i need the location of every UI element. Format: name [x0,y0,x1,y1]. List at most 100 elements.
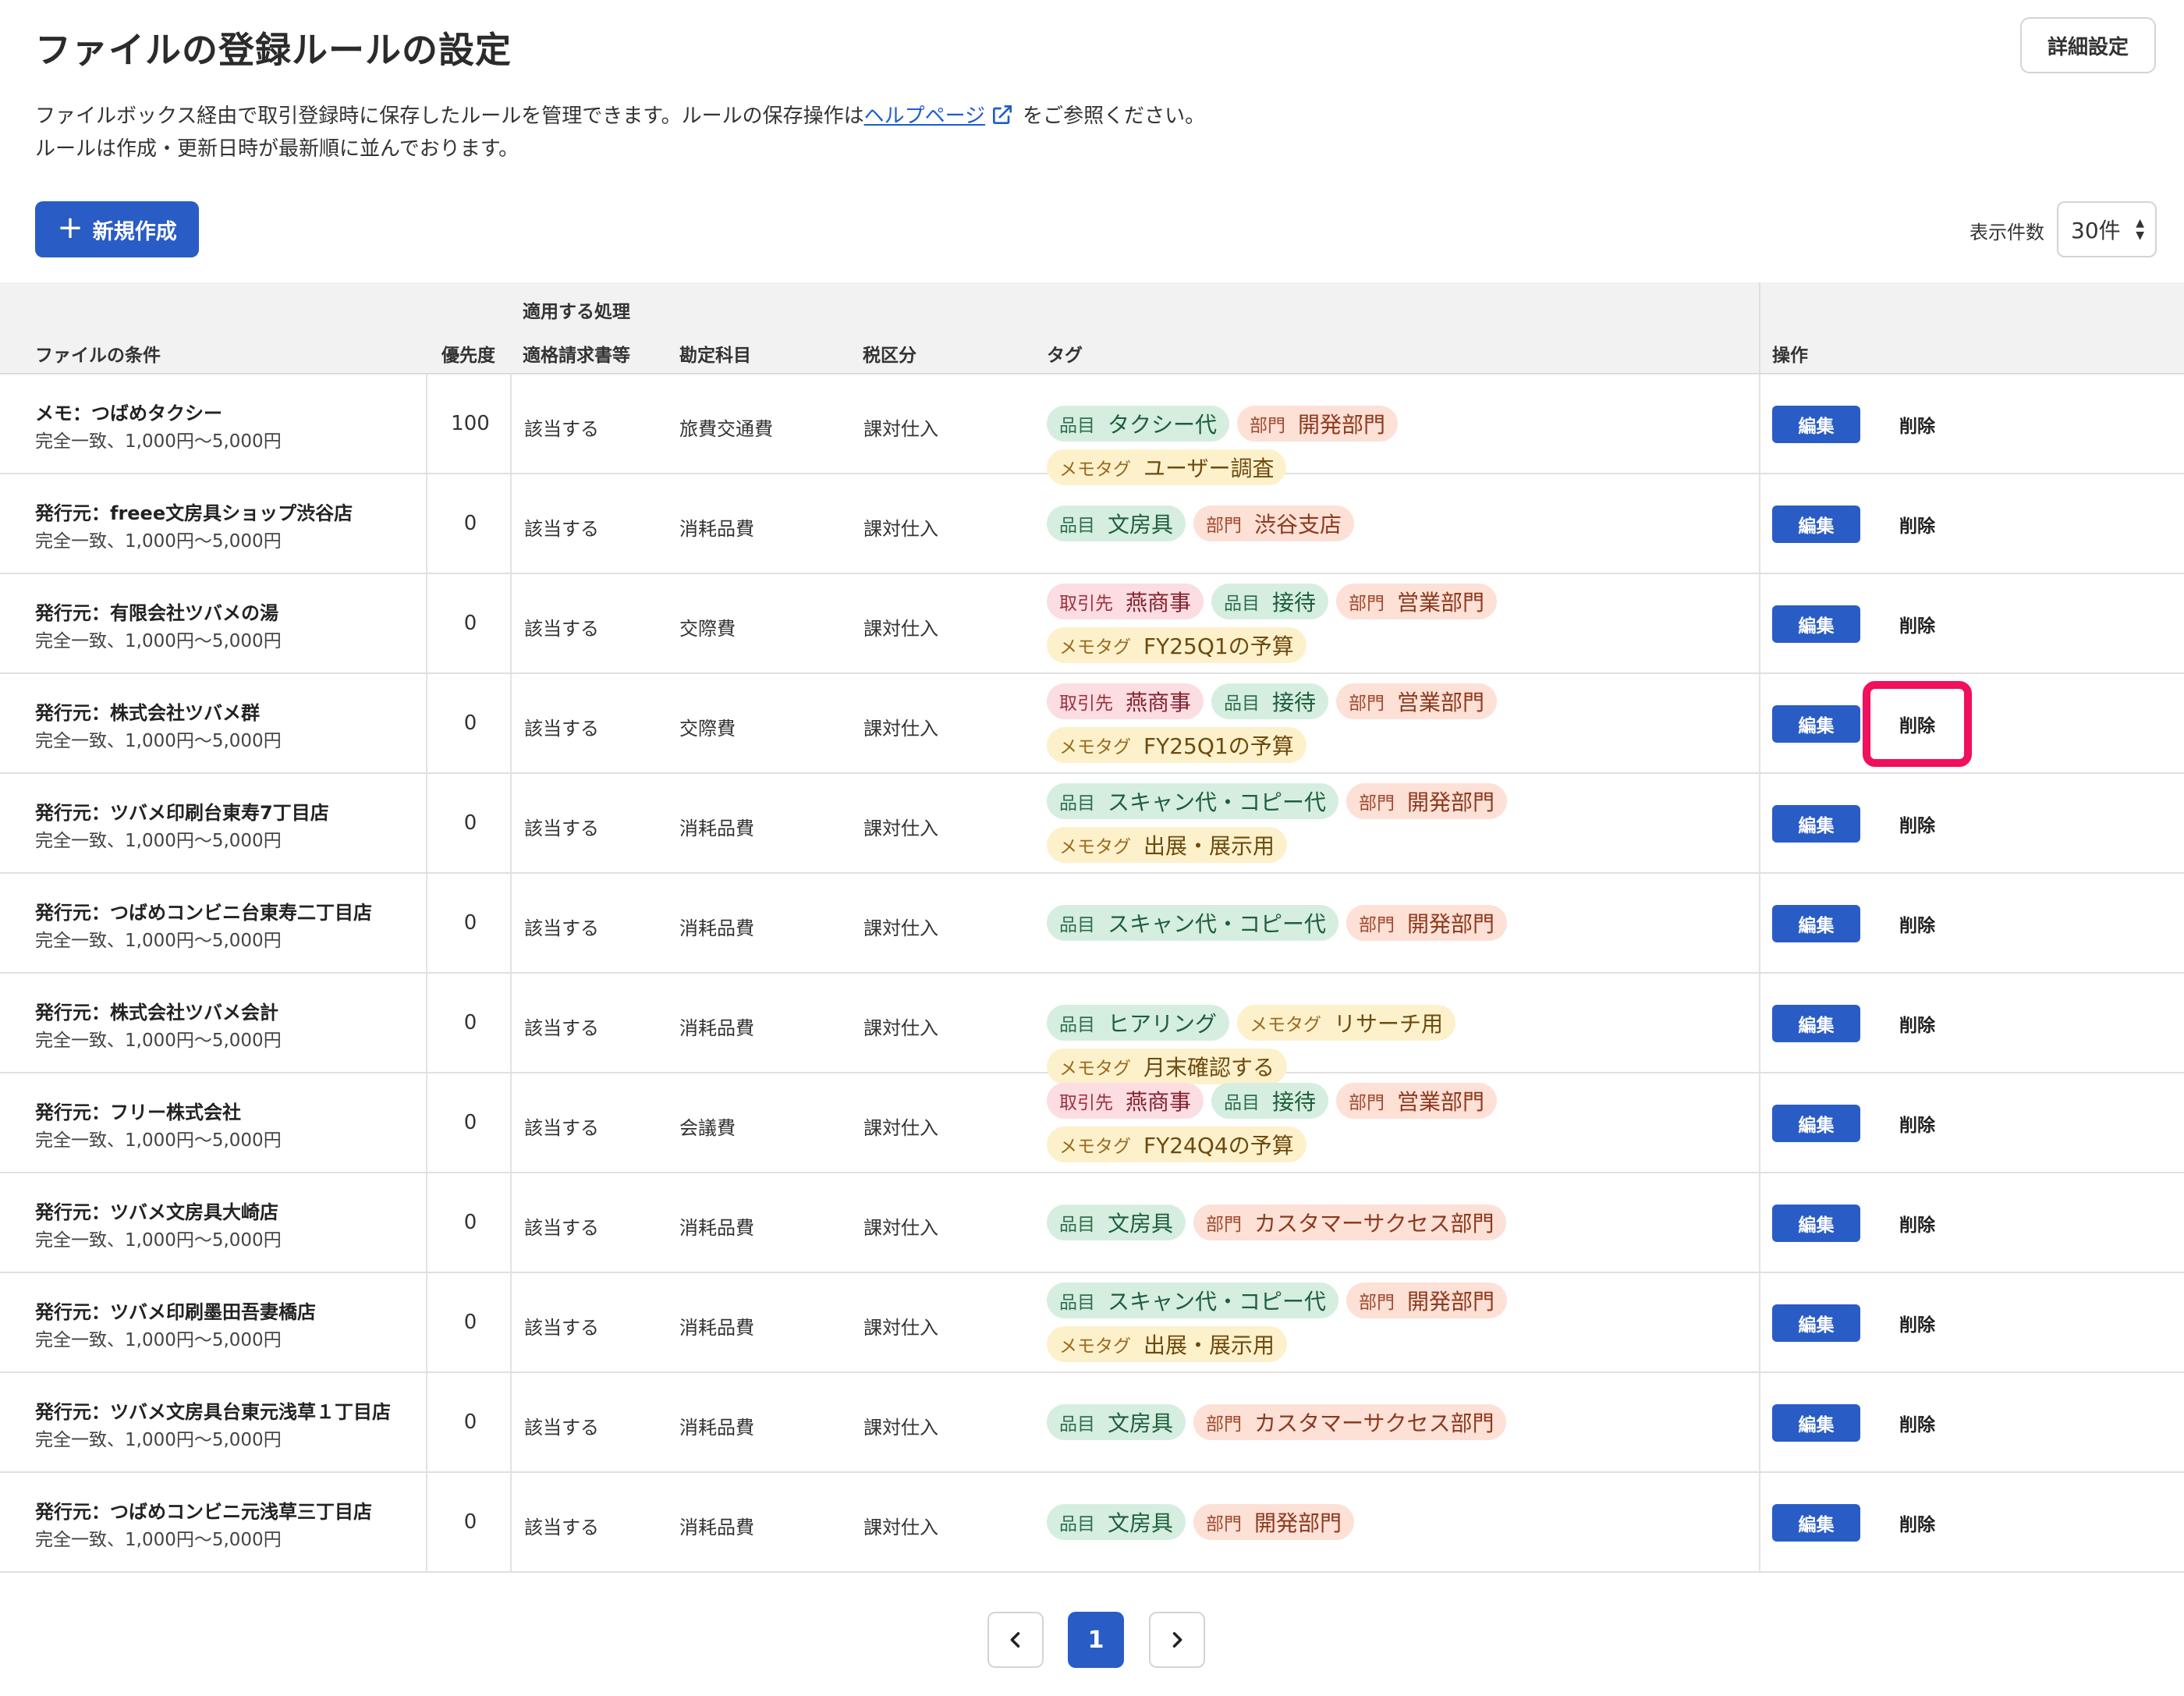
condition-detail: 完全一致、1,000円〜5,000円 [35,1330,282,1350]
tax-value: 課対仕入 [863,1017,938,1039]
delete-button[interactable]: 削除 [1863,805,1972,843]
edit-button[interactable]: 編集 [1772,1404,1860,1442]
condition-detail: 完全一致、1,000円〜5,000円 [35,1530,282,1550]
edit-button[interactable]: 編集 [1772,506,1860,543]
tag-badge: 品目 スキャン代・コピー代 [1047,1283,1339,1318]
condition-title: 発行元：有限会社ツバメの湯 [35,602,278,624]
condition-title: メモ：つばめタクシー [35,403,222,424]
tag-kind: 品目 [1059,1215,1095,1235]
delete-button[interactable]: 削除 [1863,1105,1972,1142]
invoice-value: 該当する [524,1117,599,1139]
tag-kind: 品目 [1224,594,1260,614]
tag-kind: 部門 [1250,416,1286,436]
tag-badge: 品目 接待 [1211,1083,1329,1119]
invoice-value: 該当する [524,1517,599,1538]
display-count-value: 30件 [2071,218,2121,243]
tag-badge: 品目 スキャン代・コピー代 [1047,783,1339,819]
column-divider [1759,1473,1760,1571]
delete-button[interactable]: 削除 [1863,705,1972,743]
delete-button[interactable]: 削除 [1863,1205,1972,1242]
edit-button[interactable]: 編集 [1772,1105,1860,1142]
tag-badge: メモタグ FY25Q1の予算 [1047,727,1306,763]
tag-kind: 品目 [1059,915,1095,935]
next-page-button[interactable] [1149,1612,1205,1668]
tag-badge: メモタグ リサーチ用 [1237,1005,1456,1041]
tag-value: 燕商事 [1126,590,1192,616]
delete-button[interactable]: 削除 [1863,506,1972,543]
tag-badge: 部門 開発部門 [1346,783,1508,819]
condition-detail: 完全一致、1,000円〜5,000円 [35,631,282,651]
tax-value: 課対仕入 [863,1317,938,1339]
page-number-current[interactable]: 1 [1068,1612,1124,1668]
description-line-2: ルールは作成・更新日時が最新順に並んでおります。 [35,137,519,161]
tag-value: FY24Q4の予算 [1143,1133,1294,1158]
prev-page-button[interactable] [987,1612,1044,1668]
tag-value: 文房具 [1108,512,1174,538]
delete-button[interactable]: 削除 [1863,1005,1972,1042]
priority-value: 0 [463,1211,477,1234]
tag-badge: 部門 開発部門 [1193,1504,1355,1540]
tag-kind: 部門 [1359,793,1395,814]
column-divider [1759,774,1760,872]
edit-button[interactable]: 編集 [1772,705,1860,743]
tag-kind: 部門 [1206,1514,1243,1535]
priority-value: 0 [463,1510,477,1534]
edit-button[interactable]: 編集 [1772,1005,1860,1042]
tag-badge: メモタグ 出展・展示用 [1047,827,1288,863]
condition-detail: 完全一致、1,000円〜5,000円 [35,1430,282,1450]
tag-value: 営業部門 [1397,1089,1485,1115]
tag-list: 取引先 燕商事 品目 接待 部門 営業部門 メモタグ FY25Q1の予算 [1047,683,1530,763]
edit-button[interactable]: 編集 [1772,406,1860,443]
edit-button[interactable]: 編集 [1772,1504,1860,1542]
new-rule-button[interactable]: + 新規作成 [35,201,199,257]
external-link-icon[interactable] [990,102,1015,127]
condition-detail: 完全一致、1,000円〜5,000円 [35,531,282,552]
edit-button[interactable]: 編集 [1772,1304,1860,1342]
condition-title: 発行元：ツバメ印刷台東寿7丁目店 [35,802,329,824]
help-page-link[interactable]: ヘルプページ [864,105,985,128]
tag-badge: 品目 スキャン代・コピー代 [1047,905,1339,941]
table-row: 発行元：ツバメ印刷墨田吾妻橋店 完全一致、1,000円〜5,000円 0 該当する 消耗… [0,1273,2184,1373]
invoice-value: 該当する [524,718,599,740]
condition-detail: 完全一致、1,000円〜5,000円 [35,431,282,452]
delete-button[interactable]: 削除 [1863,406,1972,443]
condition-title: 発行元：株式会社ツバメ群 [35,702,260,724]
edit-button[interactable]: 編集 [1772,905,1860,942]
tag-badge: 品目 タクシー代 [1047,406,1230,442]
delete-button[interactable]: 削除 [1863,605,1972,643]
detail-settings-button[interactable]: 詳細設定 [2020,17,2156,73]
tag-kind: 部門 [1206,516,1243,536]
tag-list: 品目 ヒアリング メモタグ リサーチ用 メモタグ 月末確認する [1047,1005,1530,1084]
tag-value: スキャン代・コピー代 [1108,1289,1327,1315]
condition-title: 発行元：フリー株式会社 [35,1102,241,1123]
tag-value: スキャン代・コピー代 [1108,911,1327,937]
tag-value: FY25Q1の予算 [1143,733,1294,759]
delete-button[interactable]: 削除 [1863,1404,1972,1442]
tag-kind: メモタグ [1059,837,1131,857]
table-row: 発行元：つばめコンビニ台東寿二丁目店 完全一致、1,000円〜5,000円 0 該当す… [0,874,2184,974]
table-row: 発行元：ツバメ印刷台東寿7丁目店 完全一致、1,000円〜5,000円 0 該当する 消… [0,774,2184,874]
tax-value: 課対仕入 [863,618,938,640]
account-value: 消耗品費 [679,1017,754,1039]
tag-kind: 部門 [1349,1093,1385,1113]
edit-button[interactable]: 編集 [1772,805,1860,843]
edit-button[interactable]: 編集 [1772,1205,1860,1242]
delete-button[interactable]: 削除 [1863,905,1972,942]
delete-button[interactable]: 削除 [1863,1304,1972,1342]
tag-value: 開発部門 [1298,412,1386,438]
display-count-select[interactable]: 30件 ▲ ▼ [2057,201,2157,257]
condition-title: 発行元：株式会社ツバメ会計 [35,1002,278,1024]
delete-button[interactable]: 削除 [1863,1504,1972,1542]
priority-value: 0 [463,1410,477,1434]
edit-button[interactable]: 編集 [1772,605,1860,643]
tag-kind: 品目 [1059,516,1095,536]
condition-detail: 完全一致、1,000円〜5,000円 [35,831,282,851]
invoice-value: 該当する [524,1017,599,1039]
column-divider [1759,374,1760,473]
column-divider [1759,1073,1760,1172]
tax-value: 課対仕入 [863,718,938,740]
tag-value: 開発部門 [1407,911,1495,937]
tag-value: FY25Q1の予算 [1143,633,1294,659]
tag-kind: 品目 [1224,1093,1260,1113]
description-line-1: ファイルボックス経由で取引登録時に保存したルールを管理できます。ルールの保存操作… [35,100,1205,129]
